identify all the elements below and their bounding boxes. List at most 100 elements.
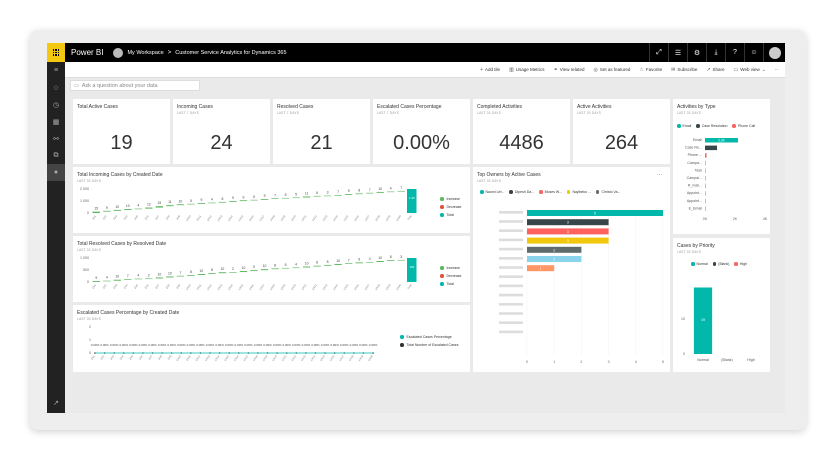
- tile-activities-by-type[interactable]: Activities by Type LAST 30 DAYS Email Ca…: [673, 99, 770, 234]
- expand-icon[interactable]: ⤢: [649, 43, 668, 62]
- waterfall-bar: [260, 199, 269, 200]
- kpi-title: Active Activities: [577, 104, 612, 110]
- feedback-icon[interactable]: ☰: [668, 43, 687, 62]
- legend-item[interactable]: Increase: [440, 266, 461, 270]
- legend-item[interactable]: High: [734, 262, 747, 266]
- workspaces-icon[interactable]: ⧉: [47, 147, 65, 164]
- x-tick-label: 10/21: [300, 214, 307, 222]
- y-tick-label: 1 000: [80, 256, 89, 260]
- waterfall-bar: [218, 272, 227, 274]
- qna-input[interactable]: ▭ Ask a question about your data: [70, 80, 200, 91]
- kpi-tile-active-cases[interactable]: Total Active Cases 19: [73, 99, 170, 164]
- kpi-tile-incoming-cases[interactable]: Incoming Cases LAST 7 DAYS 24: [173, 99, 270, 164]
- view-related-button[interactable]: ⚭ View related: [554, 67, 585, 73]
- waterfall-bar: [187, 203, 195, 205]
- waterfall-bar: [302, 196, 311, 198]
- legend-dot: [440, 282, 444, 286]
- chart-icon: ▥: [509, 66, 514, 73]
- apps-icon[interactable]: ▦: [47, 113, 65, 130]
- waterfall-bar: [355, 262, 363, 264]
- menu-icon[interactable]: ≡: [47, 62, 65, 79]
- legend-item[interactable]: Decrease: [440, 274, 461, 278]
- legend-item[interactable]: Decrease: [440, 205, 461, 209]
- waterfall-bar: [103, 210, 111, 212]
- kpi-value: 264: [604, 132, 639, 154]
- tile-incoming-by-date[interactable]: Total Incoming Cases by Created Date LAS…: [73, 167, 470, 233]
- help-icon[interactable]: ?: [725, 43, 744, 62]
- usage-metrics-button[interactable]: ▥ Usage Metrics: [509, 67, 545, 73]
- smiley-icon[interactable]: ☺: [744, 43, 763, 62]
- data-label: 0.00%: [330, 343, 339, 347]
- share-button[interactable]: ↗ Share: [706, 67, 724, 73]
- kpi-title: Total Active Cases: [77, 104, 118, 110]
- user-avatar[interactable]: [763, 43, 785, 62]
- app-launcher-icon[interactable]: [47, 43, 65, 62]
- my-workspace-icon[interactable]: ●: [47, 164, 65, 181]
- legend-item[interactable]: Dipesh Da...: [509, 190, 534, 194]
- gear-icon[interactable]: ⚙: [687, 43, 706, 62]
- tile-escalated-by-date[interactable]: Escalated Cases Percentage by Created Da…: [73, 305, 470, 372]
- legend-item[interactable]: Moses W...: [539, 190, 562, 194]
- legend-item[interactable]: Total Number of Escalated Cases: [400, 343, 458, 347]
- waterfall-bar: [145, 278, 153, 280]
- legend-item[interactable]: Phone Call: [732, 124, 755, 128]
- more-options-button[interactable]: ···: [775, 67, 780, 72]
- resolved-chart[interactable]: 1 0005000910/1410/21010/3710/4410/5210/6…: [73, 254, 433, 300]
- x-tick-label: 4: [635, 360, 637, 364]
- tile-resolved-by-date[interactable]: Total Resolved Cases by Resolved Date LA…: [73, 236, 470, 302]
- data-label: 15: [157, 201, 161, 205]
- add-tile-button[interactable]: + Add tile: [480, 67, 500, 73]
- x-tick-label: 10/25: [342, 214, 349, 222]
- legend-item[interactable]: Total: [440, 213, 461, 217]
- legend-item[interactable]: Naomi Lef...: [480, 190, 504, 194]
- clock-icon[interactable]: ◷: [47, 96, 65, 113]
- legend-item[interactable]: Total: [440, 282, 461, 286]
- legend-item[interactable]: Escalated Cases Percentage: [400, 335, 458, 339]
- breadcrumb-workspace[interactable]: My Workspace: [127, 50, 163, 56]
- legend-item[interactable]: Normal: [691, 262, 708, 266]
- download-icon[interactable]: ⤓: [706, 43, 725, 62]
- kpi-tile-escalated-pct[interactable]: Escalated Cases Percentage LAST 7 DAYS 0…: [373, 99, 470, 164]
- incoming-chart[interactable]: 2 0001 00001510/1910/21010/31010/4410/51…: [73, 185, 433, 231]
- legend-label: Total: [446, 213, 454, 217]
- set-featured-button[interactable]: ◎ Set as featured: [593, 67, 630, 73]
- y-tick-label: 10: [681, 317, 685, 321]
- legend-item[interactable]: Increase: [440, 197, 461, 201]
- legend-item[interactable]: (Blank): [712, 262, 729, 266]
- more-options-icon[interactable]: ...: [657, 171, 662, 177]
- tile-cases-by-priority[interactable]: Cases by Priority LAST 30 DAYS Normal (B…: [673, 238, 770, 372]
- kpi-tile-resolved-cases[interactable]: Resolved Cases LAST 7 DAYS 21: [273, 99, 370, 164]
- legend-item[interactable]: Christo Va...: [595, 190, 620, 194]
- data-label: 0.00%: [120, 343, 129, 347]
- legend-item[interactable]: Case Resolution: [696, 124, 727, 128]
- activities-chart[interactable]: 0K 2K 4K Email 2.2K Case Re... Phone ... Campa.…: [673, 133, 770, 233]
- star-icon[interactable]: ☆: [47, 79, 65, 96]
- get-data-icon[interactable]: ↗: [47, 394, 65, 411]
- web-view-button[interactable]: ▭ Web view ⌄: [734, 67, 766, 73]
- escalated-chart[interactable]: 2100.00%10/10.00%10/20.00%10/30.00%10/40…: [73, 323, 403, 371]
- data-label: 8: [222, 197, 224, 201]
- tile-top-owners[interactable]: Top Owners by Active Cases LAST 30 DAYS …: [473, 167, 670, 372]
- y-tick-label-blurred: [499, 321, 523, 324]
- priority-chart[interactable]: 10 0 19 Normal (Blank) High: [673, 270, 770, 370]
- kpi-tile-completed-activities[interactable]: Completed Activities LAST 30 DAYS 4486: [473, 99, 570, 164]
- shared-icon[interactable]: ⚯: [47, 130, 65, 147]
- waterfall-bar: [229, 272, 237, 273]
- subscribe-button[interactable]: ✉ Subscribe: [671, 67, 697, 73]
- brand-name[interactable]: Power BI: [71, 48, 103, 57]
- waterfall-bar: [365, 261, 374, 263]
- x-tick-label: 10/29: [385, 214, 392, 222]
- x-tick-label: 10/5: [133, 214, 139, 221]
- owners-chart[interactable]: 0 1 2 3 4 5 5 3 3 3 2 2 1: [473, 199, 670, 371]
- legend-item[interactable]: Email: [677, 124, 691, 128]
- legend-item[interactable]: Nayibeko ...: [566, 190, 591, 194]
- legend-dot: [734, 262, 738, 266]
- x-tick-label: 10/2: [101, 283, 107, 290]
- favorite-button[interactable]: ☆ Favorite: [639, 67, 662, 73]
- kpi-tile-active-activities[interactable]: Active Activities LAST 30 DAYS 264: [573, 99, 670, 164]
- pin-icon: ◎: [593, 66, 598, 73]
- data-label: 0.00%: [302, 343, 311, 347]
- data-label: 7: [400, 186, 402, 190]
- breadcrumb-report[interactable]: Customer Service Analytics for Dynamics …: [175, 50, 286, 56]
- kpi-value: 4486: [499, 132, 544, 154]
